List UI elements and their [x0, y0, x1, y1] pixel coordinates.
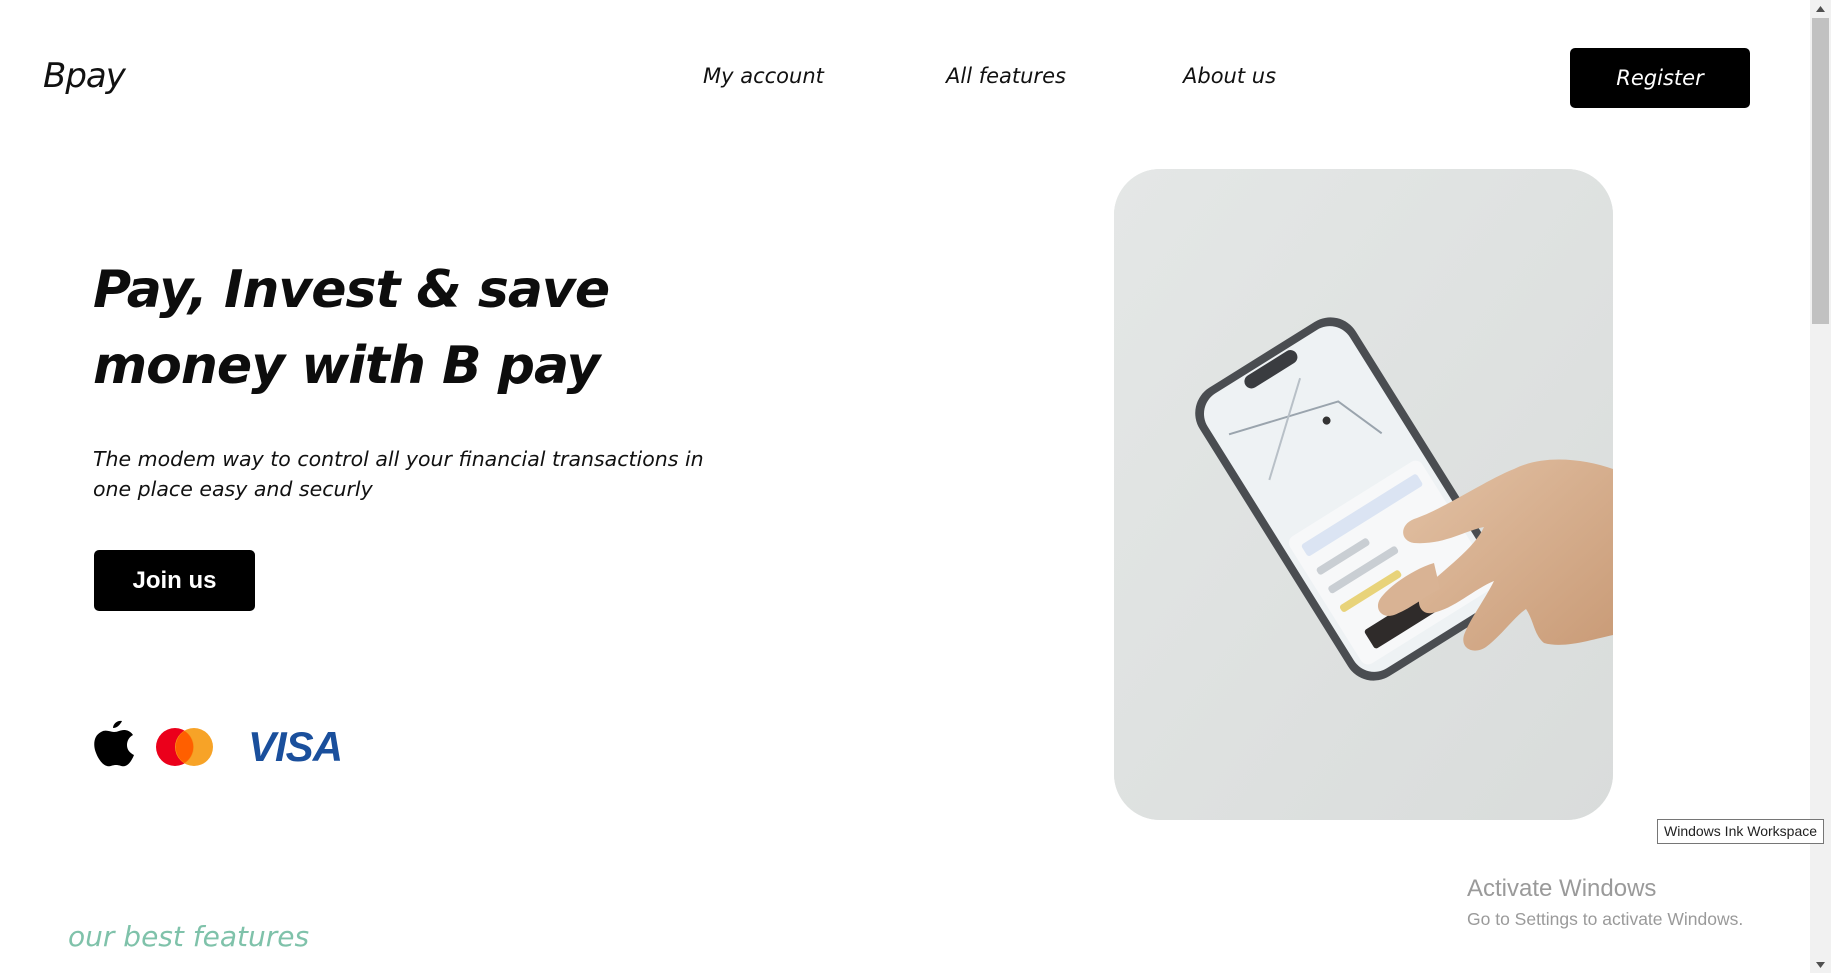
- nav-my-account[interactable]: My account: [703, 64, 824, 88]
- scrollbar-thumb[interactable]: [1812, 18, 1829, 324]
- activate-windows-title: Activate Windows: [1467, 875, 1657, 902]
- apple-icon: [94, 720, 134, 767]
- hero-subtext-line-2: one place easy and securly: [93, 477, 373, 501]
- hero-headline-line-2: money with B pay: [93, 336, 600, 396]
- features-section-title: our best features: [68, 920, 310, 953]
- scroll-down-arrow-icon[interactable]: [1810, 956, 1831, 973]
- nav-all-features[interactable]: All features: [946, 64, 1066, 88]
- mastercard-icon: [156, 728, 213, 766]
- hero-subtext: The modem way to control all your financ…: [93, 444, 733, 504]
- windows-ink-tooltip: Windows Ink Workspace: [1657, 819, 1825, 844]
- hero-phone-image: [1114, 169, 1613, 820]
- join-us-button[interactable]: Join us: [94, 550, 255, 611]
- hero-headline-line-1: Pay, Invest & save: [93, 260, 610, 320]
- activate-windows-watermark: Activate Windows Go to Settings to activ…: [1467, 875, 1743, 930]
- scroll-up-arrow-icon[interactable]: [1810, 0, 1831, 17]
- brand-logo[interactable]: Bpay: [43, 56, 126, 96]
- nav-about-us[interactable]: About us: [1183, 64, 1276, 88]
- visa-icon: VISA: [248, 723, 343, 770]
- hero-subtext-line-1: The modem way to control all your financ…: [93, 447, 704, 471]
- hero-headline: Pay, Invest & save money with B pay: [93, 252, 713, 404]
- register-button[interactable]: Register: [1570, 48, 1750, 108]
- activate-windows-subtitle: Go to Settings to activate Windows.: [1467, 909, 1744, 929]
